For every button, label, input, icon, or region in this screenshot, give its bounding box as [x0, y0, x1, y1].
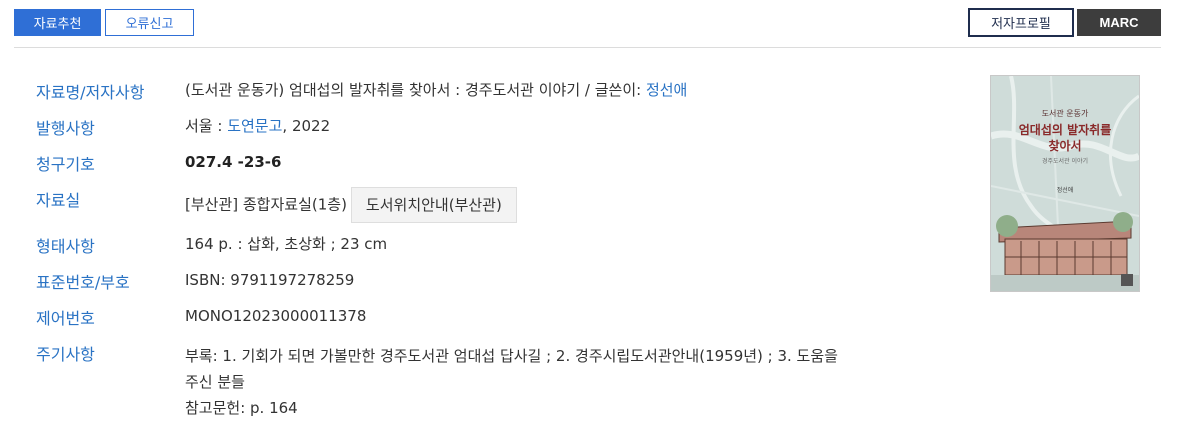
- author-profile-button[interactable]: 저자프로필: [968, 8, 1074, 37]
- marc-button[interactable]: MARC: [1077, 9, 1161, 36]
- control-number-value: MONO12023000011378: [185, 307, 367, 325]
- field-label: 제어번호: [36, 309, 95, 328]
- notes-line: 부록: 1. 기회가 되면 가볼만한 경주도서관 엄대섭 답사길 ; 2. 경주…: [185, 347, 838, 365]
- field-value: 서울 : 도연문고, 2022: [185, 116, 330, 136]
- title-text: (도서관 운동가) 엄대섭의 발자취를 찾아서 : 경주도서관 이야기 / 글쓴…: [185, 81, 646, 99]
- notes-value: 부록: 1. 기회가 되면 가볼만한 경주도서관 엄대섭 답사길 ; 2. 경주…: [185, 343, 945, 421]
- field-value: (도서관 운동가) 엄대섭의 발자취를 찾아서 : 경주도서관 이야기 / 글쓴…: [185, 80, 687, 100]
- location-guide-button[interactable]: 도서위치안내(부산관): [350, 187, 517, 223]
- notes-line: 주신 분들: [185, 373, 245, 391]
- cover-subtitle: 경주도서관 이야기: [1042, 157, 1088, 165]
- cover-author: 정선애: [1057, 186, 1074, 194]
- publication-year: , 2022: [282, 117, 331, 135]
- cover-title-line2: 찾아서: [1048, 138, 1081, 153]
- report-error-button[interactable]: 오류신고: [105, 9, 194, 36]
- field-label: 자료명/저자사항: [36, 83, 145, 102]
- isbn-value: ISBN: 9791197278259: [185, 271, 355, 289]
- field-label: 청구기호: [36, 155, 95, 174]
- field-label: 형태사항: [36, 237, 95, 256]
- publisher-link[interactable]: 도연문고: [227, 117, 282, 135]
- publication-place: 서울 :: [185, 117, 228, 135]
- physical-value: 164 p. : 삽화, 초상화 ; 23 cm: [185, 235, 388, 253]
- notes-line: 참고문헌: p. 164: [185, 399, 298, 417]
- call-number-value: 027.4 -23-6: [185, 153, 282, 171]
- field-label: 표준번호/부호: [36, 273, 130, 292]
- recommend-button[interactable]: 자료추천: [14, 9, 101, 36]
- book-cover-art: 도서관 운동가 엄대섭의 발자취를 찾아서 경주도서관 이야기 정선애: [991, 76, 1139, 291]
- field-label: 주기사항: [36, 345, 95, 364]
- tree-icon: [1113, 212, 1133, 232]
- tree-icon: [996, 215, 1018, 237]
- divider: [14, 47, 1161, 48]
- author-link[interactable]: 정선애: [646, 81, 687, 99]
- cover-title-line1: 엄대섭의 발자취를: [1019, 122, 1112, 137]
- field-value: [부산관] 종합자료실(1층) 도서위치안내(부산관): [185, 187, 517, 223]
- field-label: 발행사항: [36, 119, 95, 138]
- field-label: 자료실: [36, 191, 81, 210]
- location-value: [부산관] 종합자료실(1층): [185, 195, 347, 214]
- toolbar: 자료추천 오류신고 저자프로필 MARC: [0, 0, 1177, 48]
- cover-series-text: 도서관 운동가: [1042, 108, 1089, 118]
- book-cover: 도서관 운동가 엄대섭의 발자취를 찾아서 경주도서관 이야기 정선애: [990, 75, 1140, 292]
- publisher-logo-icon: [1121, 274, 1133, 286]
